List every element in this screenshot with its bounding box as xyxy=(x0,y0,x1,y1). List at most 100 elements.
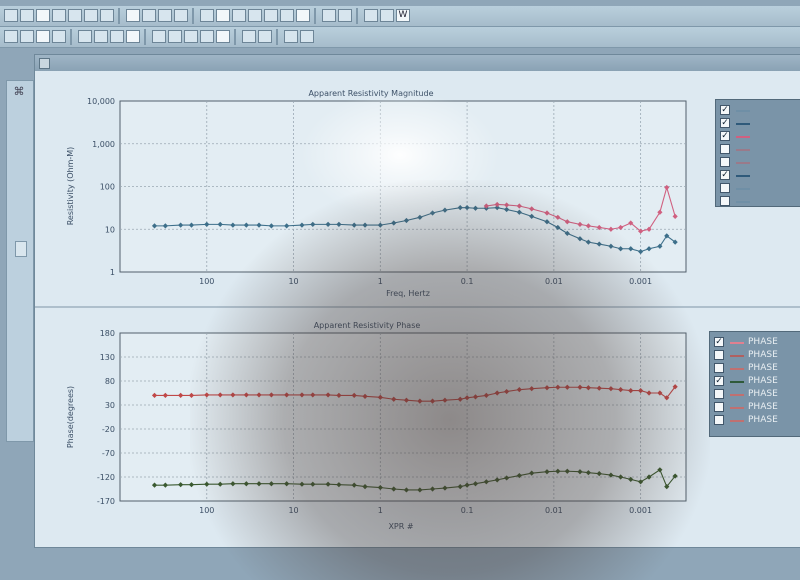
toolbar-button[interactable] xyxy=(364,9,378,22)
dock-tab[interactable] xyxy=(15,241,27,257)
toolbar-button[interactable] xyxy=(284,30,298,43)
legend-checkbox[interactable] xyxy=(714,402,724,412)
y-tick-label: 10,000 xyxy=(87,97,115,106)
phase-chart: Apparent Resistivity Phase 100 10 1 0.1 0.01… xyxy=(66,321,687,531)
toolbar-button[interactable] xyxy=(158,9,172,22)
toolbar-button[interactable] xyxy=(20,30,34,43)
y-tick-label: 30 xyxy=(105,401,115,410)
y-tick-label: -20 xyxy=(102,425,115,434)
x-tick-label: 10 xyxy=(288,506,298,515)
legend-checkbox[interactable]: ✓ xyxy=(720,118,730,128)
legend-checkbox[interactable] xyxy=(720,183,730,193)
legend-entry[interactable] xyxy=(720,195,800,209)
legend-checkbox[interactable]: ✓ xyxy=(720,131,730,141)
toolbar-button[interactable] xyxy=(184,30,198,43)
legend-entry[interactable]: PHASE xyxy=(714,362,800,376)
legend-checkbox[interactable]: ✓ xyxy=(714,376,724,386)
toolbar-button[interactable] xyxy=(4,30,18,43)
toolbar-button[interactable] xyxy=(100,9,114,22)
toolbar-row-1: W xyxy=(0,6,800,27)
x-tick-label: 100 xyxy=(199,506,214,515)
legend-entry[interactable]: ✓ PHASE xyxy=(714,375,800,389)
legend-label: PHASE xyxy=(748,350,778,360)
legend-checkbox[interactable] xyxy=(720,144,730,154)
phase-plot-area xyxy=(119,332,687,502)
toolbar-button[interactable] xyxy=(110,30,124,43)
toolbar-button[interactable] xyxy=(126,30,140,43)
toolbar-button[interactable] xyxy=(232,9,246,22)
legend-checkbox[interactable]: ✓ xyxy=(720,170,730,180)
toolbar-button[interactable] xyxy=(322,9,336,22)
legend-checkbox[interactable] xyxy=(720,157,730,167)
legend-entry[interactable]: PHASE xyxy=(714,388,800,402)
legend-checkbox[interactable] xyxy=(714,363,724,373)
toolbar-button[interactable] xyxy=(174,9,188,22)
toolbar-button[interactable] xyxy=(36,30,50,43)
toolbar-separator xyxy=(234,29,236,45)
toolbar-button[interactable] xyxy=(242,30,256,43)
legend-checkbox[interactable] xyxy=(720,196,730,206)
legend-entry[interactable]: ✓ xyxy=(720,130,800,144)
legend-swatch xyxy=(736,162,750,164)
toolbar-button[interactable] xyxy=(142,9,156,22)
toolbar-button[interactable] xyxy=(52,9,66,22)
toolbar-button[interactable] xyxy=(216,9,230,22)
toolbar-button[interactable]: W xyxy=(396,9,410,22)
dock-pin-icon[interactable]: ⌘ xyxy=(11,85,27,101)
legend-checkbox[interactable] xyxy=(714,415,724,425)
legend-label: PHASE xyxy=(748,337,778,347)
toolbar-button[interactable] xyxy=(126,9,140,22)
toolbar-button[interactable] xyxy=(36,9,50,22)
y-tick-label: 180 xyxy=(100,329,115,338)
legend-swatch xyxy=(736,149,750,151)
toolbar-button[interactable] xyxy=(280,9,294,22)
phase-x-label: XPR # xyxy=(388,522,413,531)
toolbar-button[interactable] xyxy=(258,30,272,43)
legend-entry[interactable]: PHASE xyxy=(714,414,800,428)
y-tick-label: -170 xyxy=(97,497,115,506)
legend-checkbox[interactable] xyxy=(714,350,724,360)
legend-entry[interactable]: ✓ xyxy=(720,104,800,118)
toolbar-button[interactable] xyxy=(94,30,108,43)
toolbar-button[interactable] xyxy=(168,30,182,43)
phase-legend: ✓ PHASE PHASE PHASE ✓ PHASE PHASE PHASE PHASE xyxy=(709,331,800,437)
legend-entry[interactable] xyxy=(720,156,800,170)
legend-checkbox[interactable]: ✓ xyxy=(714,337,724,347)
toolbar-button[interactable] xyxy=(296,9,310,22)
phase-y-label: Phase(degrees) xyxy=(66,386,75,448)
x-tick-label: 0.1 xyxy=(461,506,474,515)
toolbar-button[interactable] xyxy=(248,9,262,22)
legend-entry[interactable] xyxy=(720,143,800,157)
toolbar-button[interactable] xyxy=(338,9,352,22)
toolbar-button[interactable] xyxy=(300,30,314,43)
x-tick-label: 10 xyxy=(288,277,298,286)
legend-swatch xyxy=(730,342,744,344)
toolbar-button[interactable] xyxy=(264,9,278,22)
legend-entry[interactable]: PHASE xyxy=(714,401,800,415)
legend-swatch xyxy=(736,201,750,203)
toolbar-button[interactable] xyxy=(152,30,166,43)
legend-entry[interactable] xyxy=(720,182,800,196)
legend-checkbox[interactable] xyxy=(714,389,724,399)
toolbar-button[interactable] xyxy=(200,9,214,22)
legend-swatch xyxy=(730,394,744,396)
y-tick-label: 80 xyxy=(105,377,115,386)
y-tick-label: 10 xyxy=(105,225,115,234)
toolbar-button[interactable] xyxy=(68,9,82,22)
y-tick-label: -120 xyxy=(97,473,115,482)
legend-entry[interactable]: ✓ xyxy=(720,117,800,131)
toolbar-button[interactable] xyxy=(380,9,394,22)
legend-checkbox[interactable]: ✓ xyxy=(720,105,730,115)
legend-entry[interactable]: ✓ PHASE xyxy=(714,336,800,350)
toolbar-button[interactable] xyxy=(200,30,214,43)
toolbar-button[interactable] xyxy=(52,30,66,43)
magnitude-legend: ✓ ✓ ✓ ✓ xyxy=(715,99,800,207)
toolbar-button[interactable] xyxy=(20,9,34,22)
legend-entry[interactable]: PHASE xyxy=(714,349,800,363)
legend-entry[interactable]: ✓ xyxy=(720,169,800,183)
toolbar-button[interactable] xyxy=(84,9,98,22)
toolbar-button[interactable] xyxy=(4,9,18,22)
toolbar-button[interactable] xyxy=(78,30,92,43)
x-tick-label: 100 xyxy=(199,277,214,286)
toolbar-button[interactable] xyxy=(216,30,230,43)
